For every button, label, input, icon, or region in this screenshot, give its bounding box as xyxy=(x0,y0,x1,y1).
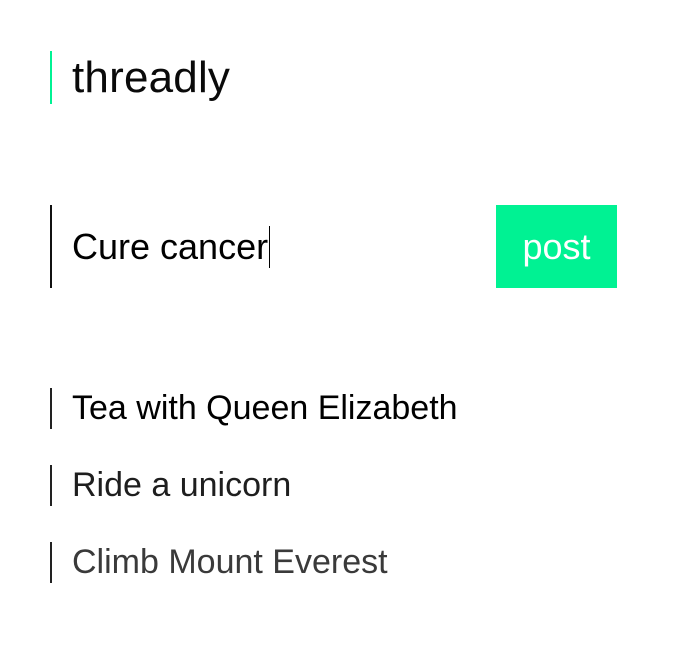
thread-item[interactable]: Climb Mount Everest xyxy=(50,542,610,583)
thread-list: Tea with Queen Elizabeth Ride a unicorn … xyxy=(50,388,610,619)
thread-item-label: Tea with Queen Elizabeth xyxy=(72,389,458,427)
app-title: threadly xyxy=(72,53,231,102)
thread-composer: Cure cancer post xyxy=(50,205,617,288)
text-caret xyxy=(269,225,271,268)
thread-input-value: Cure cancer xyxy=(72,225,269,267)
thread-item-label: Climb Mount Everest xyxy=(72,543,388,581)
thread-item[interactable]: Tea with Queen Elizabeth xyxy=(50,388,610,429)
thread-item[interactable]: Ride a unicorn xyxy=(50,465,610,506)
thread-input[interactable]: Cure cancer xyxy=(50,205,496,288)
post-button[interactable]: post xyxy=(496,205,617,288)
thread-item-label: Ride a unicorn xyxy=(72,466,292,504)
app-header: threadly xyxy=(50,51,230,104)
